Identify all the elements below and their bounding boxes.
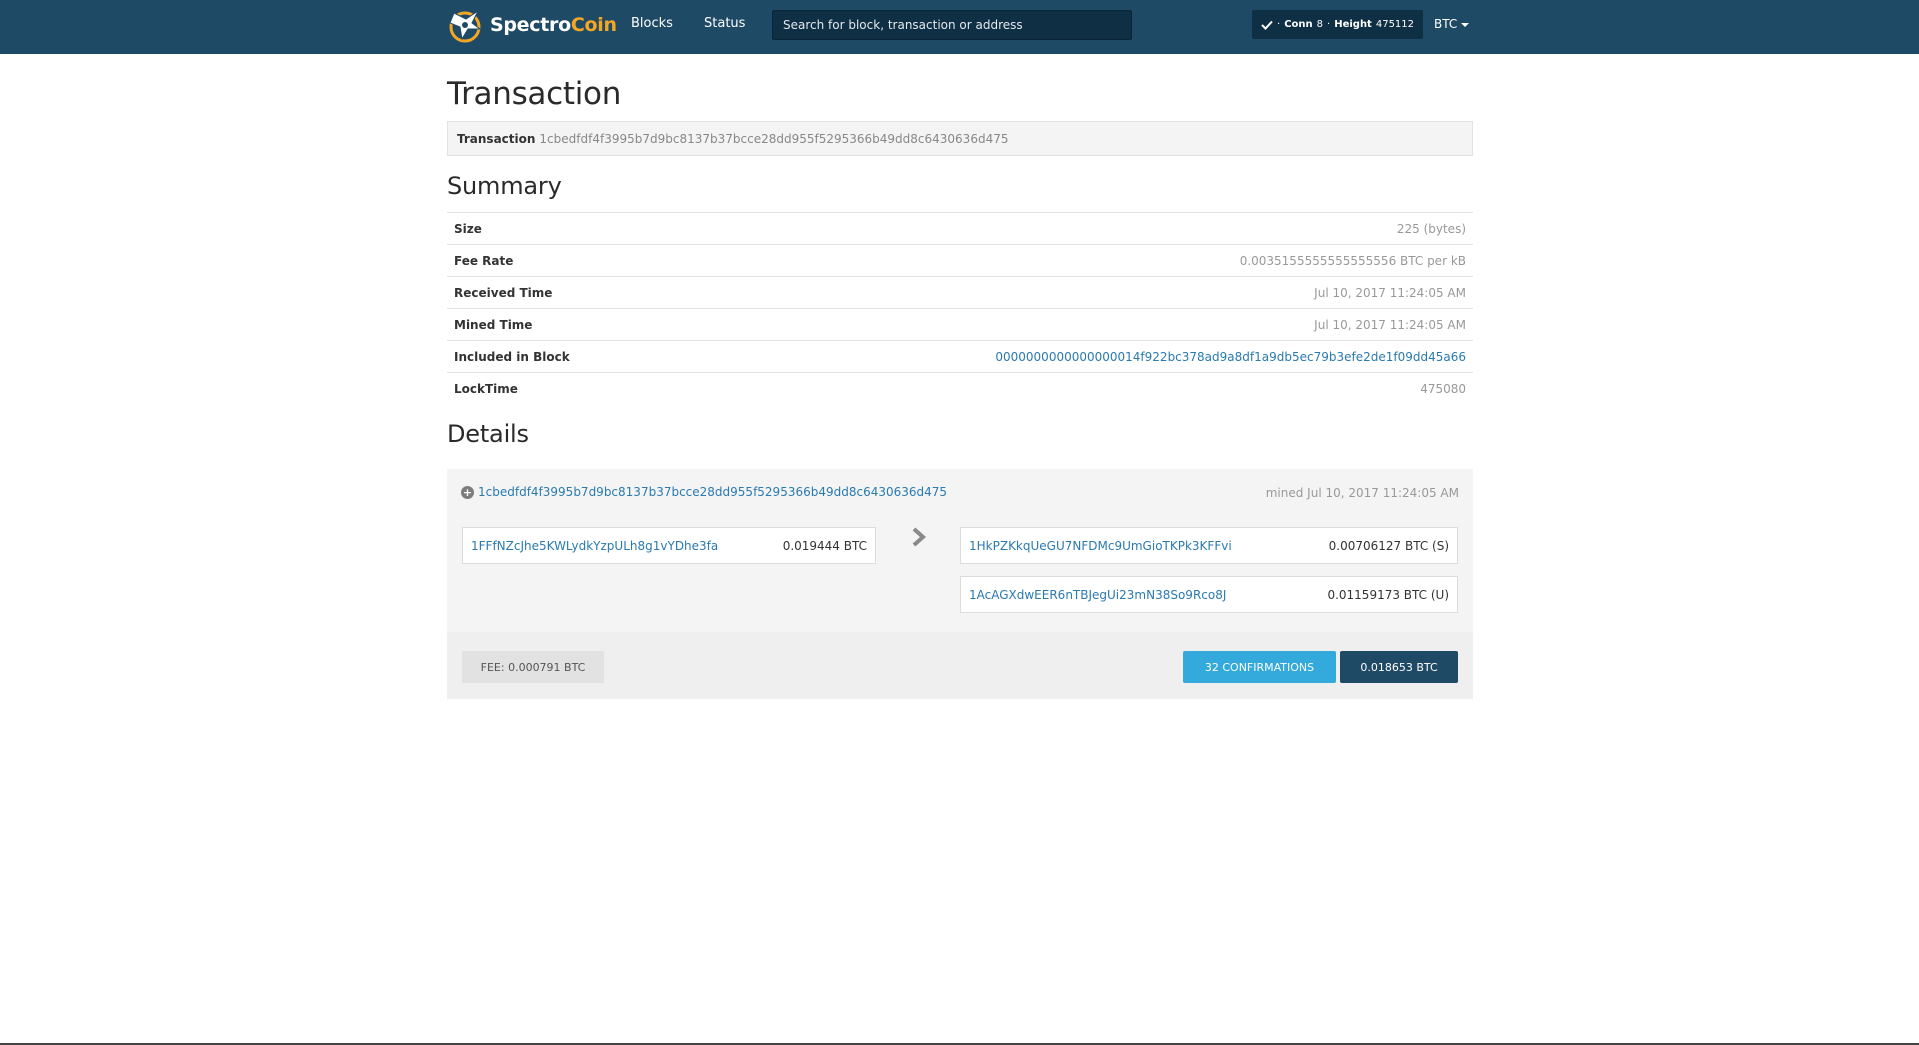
table-row: Included in Block 0000000000000000014f92… — [447, 340, 1473, 373]
transaction-details-panel: + 1cbedfdf4f3995b7d9bc8137b37bcce28dd955… — [447, 469, 1473, 699]
spectrocoin-logo-icon — [449, 9, 482, 43]
currency-dropdown[interactable]: BTC — [1434, 17, 1470, 31]
mined-time-label: Mined Time — [454, 317, 533, 332]
summary-table: Size 225 (bytes) Fee Rate 0.003515555555… — [447, 212, 1473, 405]
input-amount: 0.019444 BTC — [782, 538, 867, 553]
size-value: 225 (bytes) — [1396, 221, 1466, 236]
height-label: Height — [1334, 19, 1372, 30]
output-address-link[interactable]: 1HkPZKkqUeGU7NFDMc9UmGioTKPk3KFFvi — [969, 539, 1232, 553]
connection-status-badge: · Conn 8 · Height 475112 — [1252, 10, 1424, 39]
details-tx-hash-link[interactable]: 1cbedfdf4f3995b7d9bc8137b37bcce28dd955f5… — [478, 485, 947, 499]
height-value: 475112 — [1375, 19, 1415, 30]
locktime-value: 475080 — [1420, 381, 1466, 396]
locktime-label: LockTime — [454, 381, 518, 396]
input-item: 1FFfNZcJhe5KWLydkYzpULh8g1vYDhe3fa 0.019… — [462, 527, 876, 564]
check-icon — [1261, 20, 1273, 30]
search-input[interactable] — [772, 10, 1132, 40]
transaction-id-bar: Transaction 1cbedfdf4f3995b7d9bc8137b37b… — [447, 121, 1473, 156]
details-tx-header: + 1cbedfdf4f3995b7d9bc8137b37bcce28dd955… — [461, 485, 947, 499]
top-navbar: SpectroCoin Blocks Status · Conn 8 · Hei… — [0, 0, 1919, 54]
transaction-hash: 1cbedfdf4f3995b7d9bc8137b37bcce28dd955f5… — [539, 131, 1009, 146]
chevron-right-icon — [912, 527, 927, 547]
mined-time-value: Jul 10, 2017 11:24:05 AM — [1314, 317, 1466, 332]
table-row: Size 225 (bytes) — [447, 212, 1473, 245]
size-label: Size — [454, 221, 482, 236]
output-address-link[interactable]: 1AcAGXdwEER6nTBJegUi23mN38So9Rco8J — [969, 588, 1226, 602]
nav-status-link[interactable]: Status — [704, 16, 745, 31]
spectrocoin-logo[interactable]: SpectroCoin — [446, 3, 617, 47]
included-in-block-label: Included in Block — [454, 349, 570, 364]
brand-name: SpectroCoin — [490, 14, 617, 36]
table-row: Mined Time Jul 10, 2017 11:24:05 AM — [447, 308, 1473, 341]
mined-time-text: mined Jul 10, 2017 11:24:05 AM — [1265, 486, 1459, 500]
fee-rate-label: Fee Rate — [454, 253, 514, 268]
received-time-value: Jul 10, 2017 11:24:05 AM — [1314, 285, 1466, 300]
output-item: 1HkPZKkqUeGU7NFDMc9UmGioTKPk3KFFvi 0.007… — [960, 527, 1458, 564]
conn-value: 8 — [1316, 19, 1324, 30]
input-address-link[interactable]: 1FFfNZcJhe5KWLydkYzpULh8g1vYDhe3fa — [471, 539, 718, 553]
confirmations-button[interactable]: 32 CONFIRMATIONS — [1183, 651, 1336, 683]
page-title: Transaction — [447, 76, 622, 112]
conn-label: Conn — [1284, 19, 1313, 30]
output-item: 1AcAGXdwEER6nTBJegUi23mN38So9Rco8J 0.011… — [960, 576, 1458, 613]
details-footer: FEE: 0.000791 BTC 32 CONFIRMATIONS 0.018… — [447, 632, 1473, 699]
block-hash-link[interactable]: 0000000000000000014f922bc378ad9a8df1a9db… — [995, 350, 1466, 364]
fee-badge: FEE: 0.000791 BTC — [462, 651, 604, 683]
caret-down-icon — [1461, 23, 1470, 27]
summary-title: Summary — [447, 172, 562, 200]
total-amount-button[interactable]: 0.018653 BTC — [1340, 651, 1458, 683]
currency-label: BTC — [1434, 17, 1458, 31]
table-row: LockTime 475080 — [447, 372, 1473, 405]
output-amount: 0.00706127 BTC (S) — [1328, 538, 1449, 553]
output-amount: 0.01159173 BTC (U) — [1327, 587, 1449, 602]
fee-rate-value: 0.0035155555555555556 BTC per kB — [1239, 253, 1466, 268]
transaction-label: Transaction — [457, 131, 536, 146]
details-title: Details — [447, 420, 529, 448]
expand-plus-icon[interactable]: + — [461, 485, 474, 499]
received-time-label: Received Time — [454, 285, 553, 300]
table-row: Fee Rate 0.0035155555555555556 BTC per k… — [447, 244, 1473, 277]
table-row: Received Time Jul 10, 2017 11:24:05 AM — [447, 276, 1473, 309]
nav-blocks-link[interactable]: Blocks — [631, 16, 673, 31]
